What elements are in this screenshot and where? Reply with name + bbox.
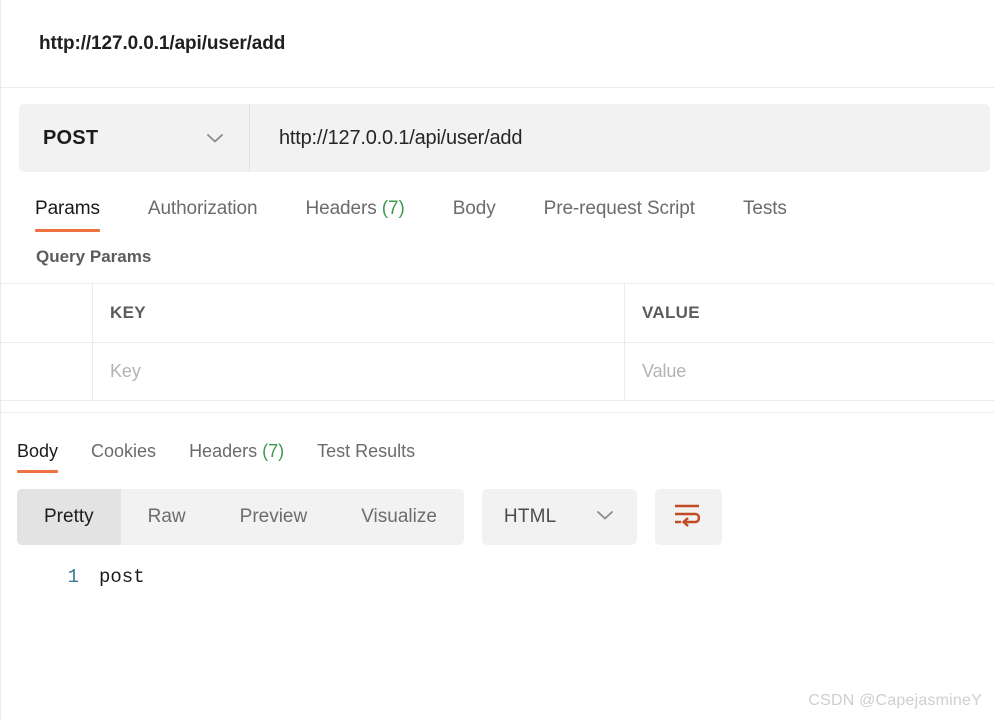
row-key-placeholder: Key <box>110 361 141 381</box>
view-mode-visualize[interactable]: Visualize <box>334 489 464 545</box>
tab-params[interactable]: Params <box>35 198 100 232</box>
tab-authorization-label: Authorization <box>147 198 258 219</box>
response-view-mode-group: Pretty Raw Preview Visualize <box>17 489 464 545</box>
view-mode-visualize-label: Visualize <box>361 506 437 527</box>
response-tab-body[interactable]: Body <box>17 441 59 473</box>
tab-body[interactable]: Body <box>453 198 496 232</box>
chevron-down-icon <box>595 508 615 526</box>
view-mode-preview[interactable]: Preview <box>213 489 335 545</box>
query-params-heading: Query Params <box>36 247 152 266</box>
view-mode-preview-label: Preview <box>239 506 308 527</box>
tab-body-label: Body <box>452 198 496 219</box>
row-key-input[interactable]: Key <box>93 343 625 400</box>
view-mode-raw-label: Raw <box>147 506 186 527</box>
response-tab-test-results-label: Test Results <box>317 441 416 461</box>
view-mode-pretty[interactable]: Pretty <box>17 489 121 545</box>
column-header-value-label: VALUE <box>642 303 700 322</box>
response-divider <box>1 401 994 413</box>
response-tab-headers-label: Headers <box>189 441 258 461</box>
line-number-gutter: 1 <box>1 563 97 591</box>
word-wrap-icon <box>673 502 703 533</box>
response-tab-body-label: Body <box>17 441 59 461</box>
column-header-select <box>1 284 93 342</box>
tab-headers[interactable]: Headers (7) <box>305 198 404 232</box>
response-body-viewer[interactable]: 1 post <box>1 563 994 591</box>
chevron-down-icon <box>205 132 225 144</box>
postman-request-pane: http://127.0.0.1/api/user/add POST http:… <box>0 0 994 720</box>
row-value-placeholder: Value <box>642 361 687 381</box>
response-tab-headers[interactable]: Headers (7) <box>189 441 284 473</box>
tab-pre-request-script[interactable]: Pre-request Script <box>544 198 695 232</box>
view-mode-raw[interactable]: Raw <box>121 489 213 545</box>
table-header-row: KEY VALUE <box>1 284 994 342</box>
tab-headers-label: Headers <box>305 198 377 219</box>
column-header-key: KEY <box>93 284 625 342</box>
column-header-key-label: KEY <box>110 303 146 322</box>
page-title: http://127.0.0.1/api/user/add <box>39 32 286 54</box>
tab-pre-request-script-label: Pre-request Script <box>543 198 695 219</box>
response-tab-test-results[interactable]: Test Results <box>317 441 415 473</box>
column-header-value: VALUE <box>625 284 994 342</box>
http-method-select[interactable]: POST <box>19 104 250 172</box>
url-bar: POST http://127.0.0.1/api/user/add <box>19 104 990 172</box>
tab-headers-count: (7) <box>381 198 405 219</box>
word-wrap-toggle-button[interactable] <box>654 489 722 545</box>
query-params-table: KEY VALUE Key Value <box>1 283 994 401</box>
response-format-label: HTML <box>503 506 557 527</box>
watermark: CSDN @CapejasmineY <box>808 692 982 709</box>
code-line: post <box>99 566 145 588</box>
tab-params-label: Params <box>35 198 100 219</box>
response-tab-strip: Body Cookies Headers (7) Test Results <box>1 435 994 473</box>
request-tab-strip: Params Authorization Headers (7) Body Pr… <box>1 192 994 232</box>
response-tab-headers-count: (7) <box>262 441 285 461</box>
http-method-label: POST <box>43 126 99 149</box>
response-view-toolbar: Pretty Raw Preview Visualize HTML <box>1 489 994 545</box>
request-title-bar: http://127.0.0.1/api/user/add <box>1 0 994 88</box>
response-tab-cookies[interactable]: Cookies <box>91 441 156 473</box>
view-mode-pretty-label: Pretty <box>44 506 94 527</box>
line-number: 1 <box>67 566 79 588</box>
tab-authorization[interactable]: Authorization <box>148 198 258 232</box>
row-value-input[interactable]: Value <box>625 343 994 400</box>
tab-tests-label: Tests <box>742 198 787 219</box>
table-row: Key Value <box>1 342 994 400</box>
response-format-select[interactable]: HTML <box>481 489 637 545</box>
url-input[interactable]: http://127.0.0.1/api/user/add <box>250 104 990 172</box>
response-body-code: post <box>97 563 994 591</box>
response-tab-cookies-label: Cookies <box>91 441 157 461</box>
row-select-checkbox[interactable] <box>1 343 93 400</box>
tab-tests[interactable]: Tests <box>743 198 787 232</box>
